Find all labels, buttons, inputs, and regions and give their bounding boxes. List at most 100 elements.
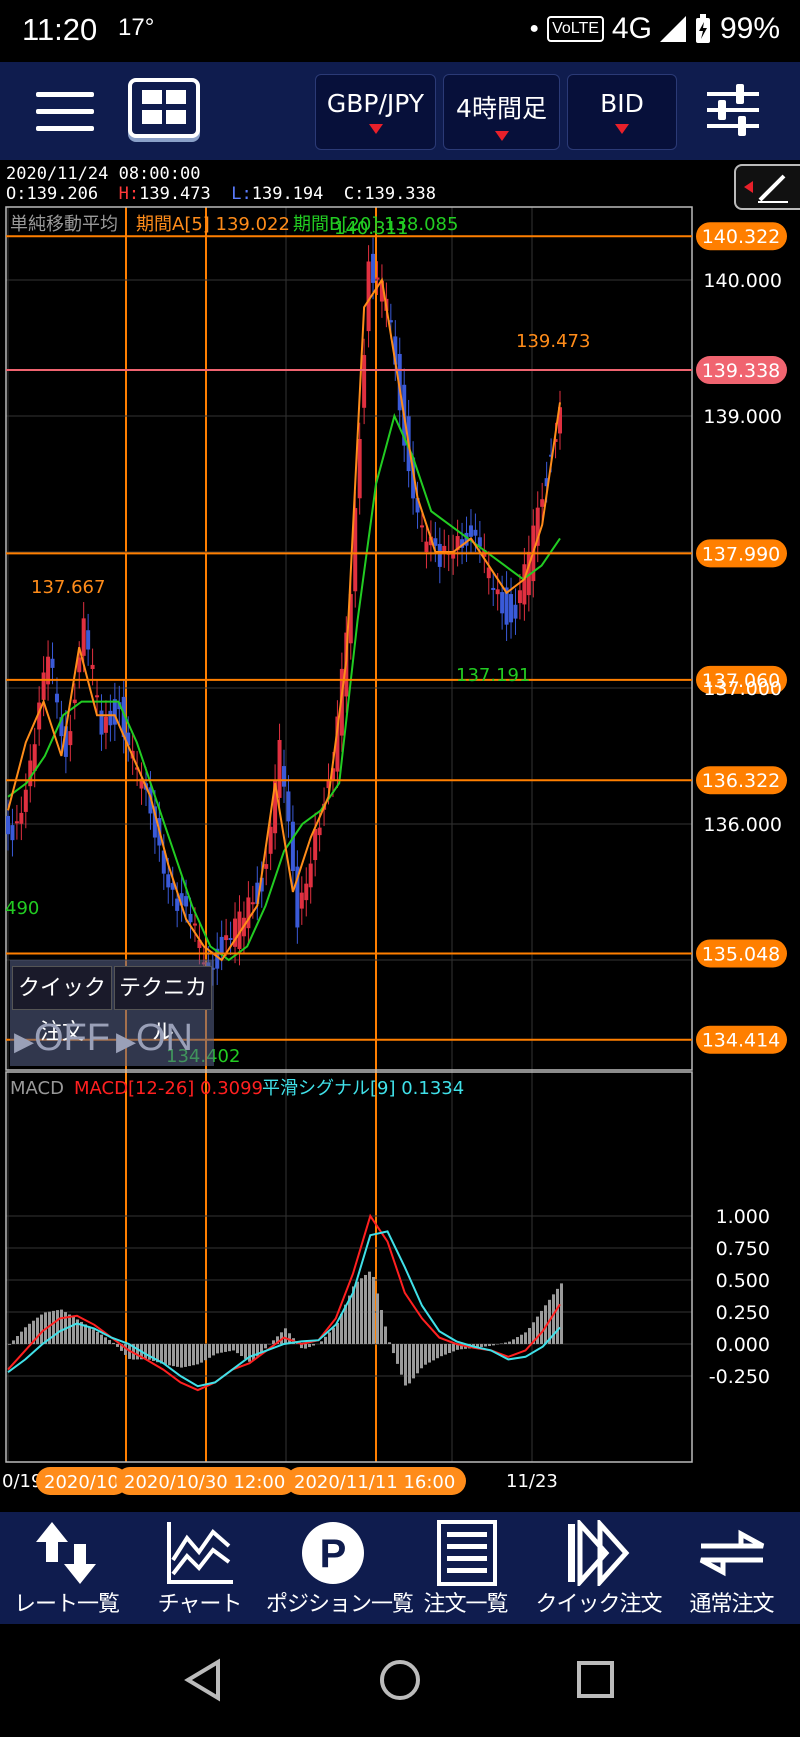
- candle-body: [496, 589, 500, 594]
- macd-legend-signal: 平滑シグナル[9] 0.1334: [262, 1078, 464, 1099]
- macd-histogram-bar: [320, 1341, 323, 1344]
- chart-canvas[interactable]: 140.322139.338137.990137.060136.322135.0…: [0, 160, 800, 1510]
- macd-histogram-bar: [540, 1311, 543, 1344]
- macd-histogram-bar: [144, 1344, 147, 1359]
- macd-histogram-bar: [560, 1283, 563, 1344]
- nav-quick-order[interactable]: クイック注文: [532, 1512, 665, 1624]
- candle-body: [95, 695, 99, 697]
- macd-histogram-bar: [388, 1342, 391, 1344]
- sma-a-line: [8, 280, 560, 960]
- status-temperature: 17°: [118, 14, 154, 42]
- macd-histogram-bar: [16, 1336, 19, 1344]
- macd-axis-tick: 0.500: [716, 1270, 770, 1292]
- ohlc-readout: 2020/11/24 08:00:00 O:139.206 H:139.473 …: [6, 164, 436, 204]
- macd-histogram-bar: [232, 1344, 235, 1350]
- macd-legend-macd: MACD[12-26] 0.3099: [74, 1078, 263, 1099]
- axis-ticks: 140.000139.000137.000136.0001.0000.7500.…: [703, 270, 782, 1388]
- recents-icon[interactable]: [579, 1663, 612, 1696]
- ohlc-low-label: L:: [231, 184, 251, 204]
- candle-body: [42, 672, 46, 699]
- annotation-left-value: 490: [5, 898, 39, 919]
- macd-histogram-bar: [208, 1344, 211, 1358]
- candle-body: [371, 254, 375, 283]
- nav-orders[interactable]: 注文一覧: [399, 1512, 532, 1624]
- macd-histogram-bar: [328, 1332, 331, 1344]
- svg-text:P: P: [320, 1532, 347, 1576]
- x-axis-label-2: 2020/10/30 12:00: [124, 1472, 285, 1493]
- candle-body: [522, 564, 526, 604]
- hamburger-menu-icon[interactable]: [36, 92, 94, 132]
- candle-body: [10, 825, 14, 840]
- macd-histogram-bar: [416, 1344, 419, 1373]
- candle-body: [300, 893, 304, 909]
- drawing-tool-button[interactable]: [734, 164, 800, 210]
- home-icon[interactable]: [382, 1662, 418, 1698]
- annotation-left-high: 137.667: [31, 577, 105, 598]
- candle-body: [220, 937, 224, 954]
- macd-histogram-bar: [96, 1332, 99, 1344]
- battery-level: 99%: [720, 12, 780, 46]
- sma-legend-name: 単純移動平均: [10, 214, 118, 235]
- quick-order-label: クイック注文: [12, 966, 112, 1010]
- timeframe-select[interactable]: 4時間足: [443, 74, 560, 150]
- macd-histogram-bar: [360, 1278, 363, 1344]
- network-label: 4G: [612, 12, 652, 46]
- macd-histogram-bar: [184, 1344, 187, 1367]
- macd-histogram-bar: [492, 1344, 495, 1345]
- macd-histogram-bar: [240, 1344, 243, 1356]
- candle-body: [313, 829, 317, 860]
- price-badge-label: 135.048: [702, 943, 781, 965]
- back-icon[interactable]: [188, 1662, 218, 1698]
- nav-label: クイック注文: [532, 1586, 665, 1618]
- macd-histogram-bar: [36, 1318, 39, 1344]
- macd-histogram-bar: [412, 1344, 415, 1378]
- candle-body: [500, 592, 504, 613]
- nav-label: チャート: [133, 1586, 266, 1618]
- macd-histogram-bar: [332, 1328, 335, 1344]
- candle-body: [264, 864, 268, 869]
- macd-histogram-bar: [192, 1344, 195, 1365]
- candle-body: [473, 530, 477, 536]
- x-axis-label-1: 2020/10: [44, 1472, 119, 1493]
- macd-histogram-bar: [204, 1344, 207, 1360]
- order-list-icon: [431, 1520, 501, 1586]
- candle-body: [6, 816, 10, 834]
- annotation-peak: 140.311: [334, 218, 408, 239]
- macd-histogram-bar: [512, 1339, 515, 1344]
- annotation-recent-high: 139.473: [516, 331, 590, 352]
- macd-histogram-bar: [56, 1310, 59, 1344]
- macd-histogram-bar: [404, 1344, 407, 1385]
- macd-histogram-bar: [72, 1317, 75, 1344]
- macd-histogram-bar: [364, 1275, 367, 1344]
- nav-chart[interactable]: チャート: [133, 1512, 266, 1624]
- quick-order-toggle[interactable]: ▶OFF: [14, 1014, 110, 1062]
- price-type-label: BID: [568, 89, 676, 118]
- macd-legend-name: MACD: [10, 1078, 64, 1099]
- nav-positions[interactable]: P ポジション一覧: [266, 1512, 399, 1624]
- technical-toggle[interactable]: ▶ON: [116, 1014, 193, 1062]
- ohlc-open-label: O:: [6, 184, 26, 204]
- macd-histogram-bar: [224, 1344, 227, 1352]
- candle-body: [309, 864, 313, 888]
- candle-body: [189, 914, 193, 922]
- nav-rate-list[interactable]: レート一覧: [0, 1512, 133, 1624]
- price-badge-label: 140.322: [702, 226, 781, 248]
- price-badge-label: 134.414: [702, 1030, 781, 1052]
- ohlc-close-label: C:: [344, 184, 364, 204]
- macd-histogram-bar: [368, 1272, 371, 1344]
- nav-normal-order[interactable]: 通常注文: [665, 1512, 798, 1624]
- macd-histogram-bar: [524, 1332, 527, 1344]
- ohlc-low: 139.194: [252, 184, 324, 204]
- quick-order-state: OFF: [34, 1017, 110, 1059]
- price-type-select[interactable]: BID: [567, 74, 677, 150]
- candle-body: [420, 525, 424, 527]
- macd-axis-tick: 0.250: [716, 1302, 770, 1324]
- macd-histogram-bar: [480, 1344, 483, 1347]
- candle-body: [68, 731, 72, 745]
- settings-sliders-icon[interactable]: [704, 80, 762, 140]
- chart-layout-icon[interactable]: [128, 78, 200, 138]
- macd-histogram-bar: [488, 1344, 491, 1346]
- pencil-icon: [736, 166, 796, 208]
- macd-histogram-bar: [392, 1344, 395, 1353]
- currency-pair-select[interactable]: GBP/JPY: [315, 74, 436, 150]
